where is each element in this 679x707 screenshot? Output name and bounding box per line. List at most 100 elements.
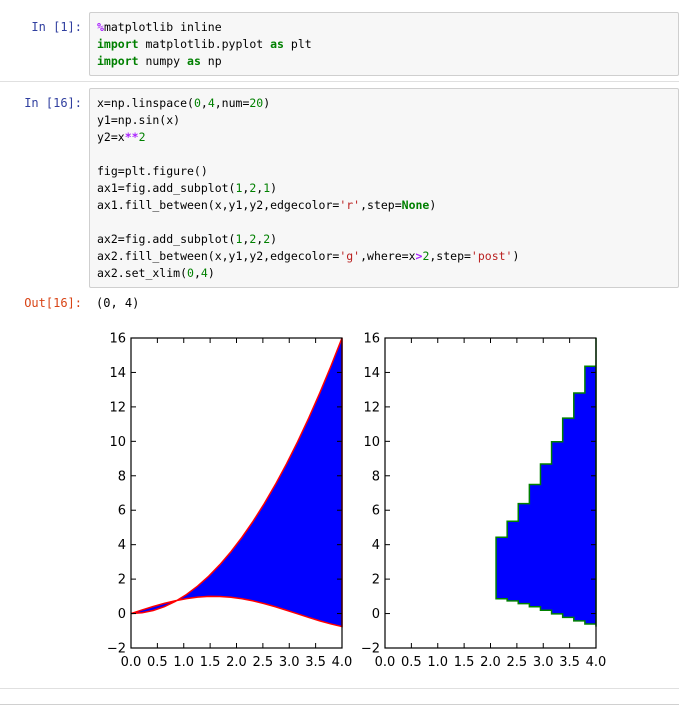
code-token: ,step= [429,249,471,263]
code-token: ax2.fill_between(x,y1,y2,edgecolor= [97,249,340,263]
x-tick-label: 3.0 [533,655,554,670]
y-tick-label: 10 [363,435,380,450]
code-token: plt [283,37,312,51]
notebook-end-divider [0,704,679,705]
code-token: , [193,266,201,280]
code-token: 2 [138,130,146,144]
code-input-1[interactable]: %matplotlib inline import matplotlib.pypl… [89,12,679,76]
code-token: x=np.linspace( [97,96,194,110]
y-tick-label: 14 [363,366,380,381]
y-tick-label: 8 [372,469,380,484]
code-token: matplotlib inline [103,20,222,34]
code-token: ax2=fig.add_subplot( [97,232,236,246]
code-token: 0 [187,266,194,280]
y-tick-label: 6 [118,504,126,519]
y-tick-label: 16 [109,332,126,347]
fill-between-step-area [495,338,597,627]
output-text: (0, 4) [96,296,140,310]
y-tick-label: 4 [372,538,380,553]
code-token: import [97,37,139,51]
x-tick-label: 3.5 [305,655,326,670]
x-tick-label: 0.0 [375,655,396,670]
code-token: 4 [207,96,215,110]
x-tick-label: 2.5 [507,655,528,670]
y-tick-label: 4 [118,538,126,553]
cell-divider-bottom [0,688,679,689]
code-cell-16[interactable]: In [16]: x=np.linspace(0,4,num=20) y1=np.… [0,88,679,288]
y-tick-label: 12 [363,400,380,415]
code-text-16: x=np.linspace(0,4,num=20) y1=np.sin(x) y2=… [97,95,519,282]
code-token: ) [429,198,437,212]
code-line: fig=plt.figure() [97,163,519,180]
y-tick-label: 10 [109,435,126,450]
x-tick-label: 0.5 [401,655,422,670]
x-tick-label: 0.5 [147,655,168,670]
code-line: ax2.fill_between(x,y1,y2,edgecolor='g',w… [97,248,519,265]
y-tick-label: 2 [118,573,126,588]
y-tick-label: 12 [109,400,126,415]
code-token: ) [512,249,520,263]
fill-between-area [130,337,343,628]
y-tick-label: 6 [372,504,380,519]
input-prompt-16: In [16]: [24,96,82,110]
code-line: ax2.set_xlim(0,4) [97,265,519,282]
x-tick-label: 3.5 [559,655,580,670]
code-token: 0 [193,96,201,110]
code-token: 20 [249,96,264,110]
x-tick-label: 0.0 [121,655,142,670]
code-token: ,step= [360,198,402,212]
code-line: y2=x**2 [97,129,519,146]
y-tick-label: 8 [118,469,126,484]
code-token: 'post' [470,249,513,263]
code-token: , [200,96,208,110]
code-token: fig=plt.figure() [97,164,208,178]
x-tick-label: 3.0 [279,655,300,670]
code-token: ,num= [214,96,250,110]
y-tick-label: 0 [118,607,126,622]
code-token: None [401,198,430,212]
x-tick-label: 4.0 [586,655,607,670]
code-token: % [97,20,104,34]
code-token: 'g' [339,249,361,263]
code-cell-1[interactable]: In [1]: %matplotlib inline import matplot… [0,12,679,76]
x-tick-label: 1.5 [200,655,221,670]
code-token: ) [207,266,215,280]
code-line: ax1=fig.add_subplot(1,2,1) [97,180,519,197]
input-prompt-1: In [1]: [31,20,82,34]
code-token: import [97,54,139,68]
code-token: ) [263,96,271,110]
code-line: import matplotlib.pyplot as plt [97,36,312,53]
code-line: ax2=fig.add_subplot(1,2,2) [97,231,519,248]
code-token: ax1.fill_between(x,y1,y2,edgecolor= [97,198,340,212]
code-token: numpy [138,54,188,68]
code-token: np [200,54,222,68]
code-token: matplotlib.pyplot [138,37,271,51]
code-line: %matplotlib inline [97,19,312,36]
code-token: 4 [200,266,208,280]
x-tick-label: 1.5 [454,655,475,670]
code-input-16[interactable]: x=np.linspace(0,4,num=20) y1=np.sin(x) y2=… [89,88,679,288]
code-token: as [270,37,284,51]
code-token: y1=np.sin(x) [97,113,181,127]
code-token: ** [124,130,139,144]
code-token: ,where=x [360,249,416,263]
code-token: ) [270,232,278,246]
output-prompt-16: Out[16]: [24,296,82,310]
code-line: y1=np.sin(x) [97,112,519,129]
x-tick-label: 2.0 [226,655,247,670]
code-token: ax1=fig.add_subplot( [97,181,236,195]
y-tick-label: 0 [372,607,380,622]
code-line: x=np.linspace(0,4,num=20) [97,95,519,112]
code-token: ) [270,181,278,195]
cell-divider [0,81,679,82]
x-tick-label: 2.5 [253,655,274,670]
code-line: import numpy as np [97,53,312,70]
code-line: ax1.fill_between(x,y1,y2,edgecolor='r',s… [97,197,519,214]
y-tick-label: 2 [372,573,380,588]
code-token: as [187,54,201,68]
code-text-1: %matplotlib inline import matplotlib.pypl… [97,19,312,70]
y-tick-label: 16 [363,332,380,347]
x-tick-label: 1.0 [173,655,194,670]
